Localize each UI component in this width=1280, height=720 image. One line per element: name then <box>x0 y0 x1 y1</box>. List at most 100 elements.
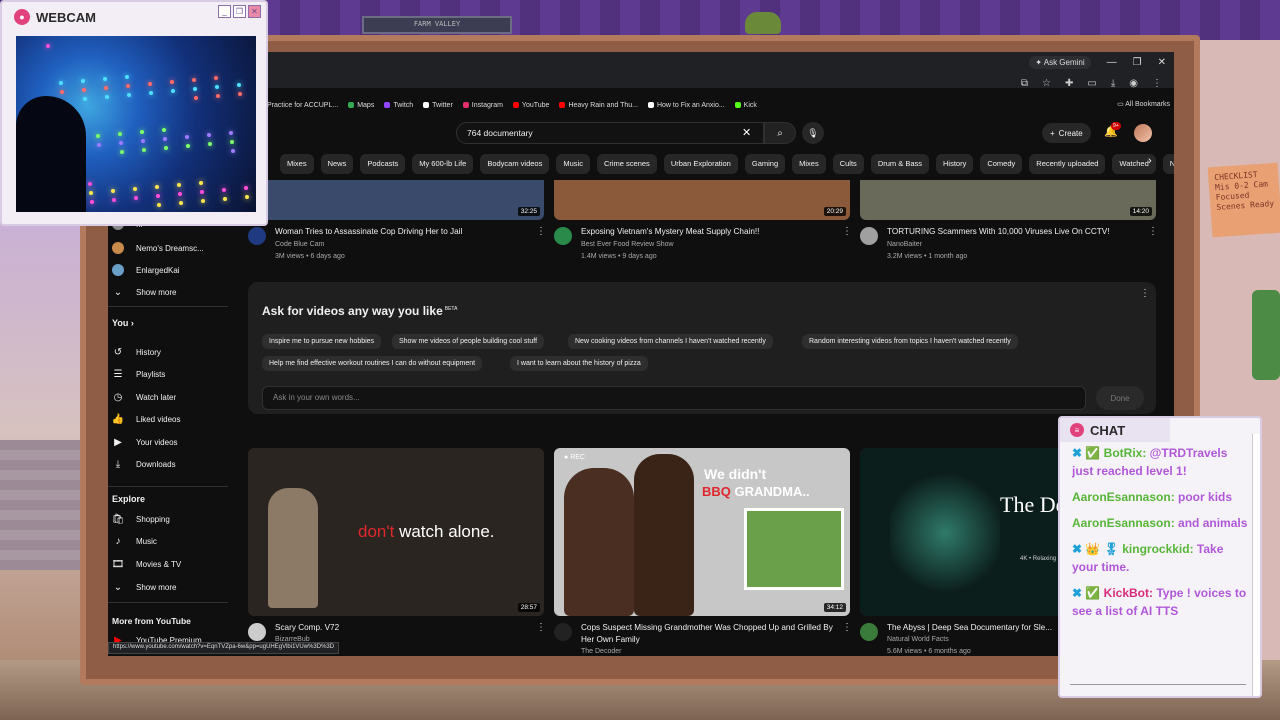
search-input[interactable]: 764 documentary <box>456 122 764 144</box>
filter-chip[interactable]: Mixes <box>792 154 826 174</box>
sidebar-divider <box>108 602 228 603</box>
search-button[interactable]: ⌕ <box>764 122 796 144</box>
filter-chip[interactable]: Crime scenes <box>596 154 657 174</box>
download-icon[interactable]: ⤓ <box>1111 78 1115 89</box>
filter-chip[interactable]: Recently uploaded <box>1029 154 1106 174</box>
channel-avatar[interactable] <box>554 623 572 641</box>
filter-chip[interactable]: Drum & Bass <box>870 154 929 174</box>
bookmark-item[interactable]: Twitter <box>423 102 453 109</box>
video-card[interactable]: don't watch alone. 28:57 Scary Comp. V72 Bi… <box>248 448 548 656</box>
minimize-icon[interactable]: — <box>1107 57 1117 68</box>
channel-avatar[interactable] <box>248 623 266 641</box>
ask-suggestion-chip[interactable]: New cooking videos from channels I haven… <box>568 334 773 349</box>
bookmark-item[interactable]: Maps <box>348 102 374 109</box>
filter-chip[interactable]: Podcasts <box>360 154 406 174</box>
show-more-explore[interactable]: ⌄ Show more <box>112 581 177 593</box>
filter-chip[interactable]: Comedy <box>980 154 1023 174</box>
filter-chip[interactable]: Mixes <box>280 154 314 174</box>
sidebar-item-liked-videos[interactable]: 👍 Liked videos <box>112 414 181 426</box>
done-button[interactable]: Done <box>1096 386 1144 410</box>
ask-suggestion-chip[interactable]: I want to learn about the history of piz… <box>510 356 648 371</box>
video-thumbnail[interactable]: ● REC We didn't BBQ GRANDMA.. 34:12 <box>554 448 850 616</box>
menu-icon[interactable]: ⋮ <box>1152 78 1162 89</box>
filter-chip[interactable]: N <box>1162 154 1174 174</box>
sidebar-subscription[interactable]: EnlargedKai <box>112 264 180 276</box>
filter-chip[interactable]: News <box>320 154 354 174</box>
bookmark-item[interactable]: Heavy Rain and Thu... <box>559 102 638 109</box>
channel-name[interactable]: The Decoder <box>581 646 621 656</box>
gemini-button[interactable]: ✦ Ask Gemini <box>1029 56 1091 69</box>
close-icon[interactable]: ✕ <box>1158 57 1166 68</box>
video-title[interactable]: Cops Suspect Missing Grandmother Was Cho… <box>581 622 833 646</box>
sidebar-item-shopping[interactable]: 🛍 Shopping <box>112 513 170 525</box>
sidebar-you-heading[interactable]: You › <box>112 318 134 328</box>
chevron-right-icon[interactable]: › <box>1148 155 1152 167</box>
ask-suggestion-chip[interactable]: Inspire me to pursue new hobbies <box>262 334 382 349</box>
notifications-button[interactable]: 🔔 9+ <box>1104 122 1121 138</box>
channel-avatar[interactable] <box>248 227 266 245</box>
clear-search-icon[interactable]: ✕ <box>742 126 751 139</box>
ask-input[interactable]: Ask in your own words... <box>262 386 1086 410</box>
video-card[interactable]: 14:20 TORTURING Scammers With 10,000 Viru… <box>860 180 1158 270</box>
all-bookmarks[interactable]: ▭ All Bookmarks <box>1117 100 1170 108</box>
bookmark-item[interactable]: Twitch <box>384 102 413 109</box>
video-card[interactable]: ● REC We didn't BBQ GRANDMA.. 34:12 Cops Sus… <box>554 448 854 656</box>
filter-chip[interactable]: Urban Exploration <box>663 154 738 174</box>
voice-search-button[interactable]: 🎙 <box>802 122 824 144</box>
sidebar-item-downloads[interactable]: ⤓ Downloads <box>112 459 176 471</box>
filter-chip[interactable]: History <box>936 154 974 174</box>
filter-chip[interactable]: Cults <box>832 154 864 174</box>
bookmark-item[interactable]: Kick <box>734 102 757 109</box>
channel-name[interactable]: Natural World Facts <box>887 634 949 645</box>
video-title[interactable]: Woman Tries to Assassinate Cop Driving H… <box>275 226 525 238</box>
bookmark-item[interactable]: Practice for ACCUPL... <box>258 102 338 109</box>
channel-name[interactable]: NanoBaiter <box>887 239 922 250</box>
ask-suggestion-chip[interactable]: Help me find effective workout routines … <box>262 356 483 371</box>
install-icon[interactable]: ⧉ <box>1021 78 1028 89</box>
video-thumbnail[interactable]: 14:20 <box>860 180 1156 220</box>
channel-name[interactable]: Code Blue Cam <box>275 239 324 250</box>
ask-suggestion-chip[interactable]: Show me videos of people building cool s… <box>392 334 545 349</box>
channel-avatar[interactable] <box>860 227 878 245</box>
show-more-subs[interactable]: ⌄ Show more <box>112 286 177 298</box>
maximize-icon[interactable]: ❐ <box>1133 57 1142 68</box>
more-options-icon[interactable]: ⋮ <box>842 226 852 237</box>
bookmark-item[interactable]: YouTube <box>512 102 549 109</box>
bookmark-item[interactable]: Instagram <box>462 102 503 109</box>
more-options-icon[interactable]: ⋮ <box>842 622 852 633</box>
filter-chip[interactable]: My 600-lb Life <box>412 154 474 174</box>
extensions-icon[interactable]: ✚ <box>1065 78 1073 89</box>
filter-chip[interactable]: Gaming <box>744 154 786 174</box>
create-button[interactable]: + Create <box>1042 123 1091 143</box>
star-icon[interactable]: ☆ <box>1042 78 1051 89</box>
video-thumbnail[interactable]: 32:25 <box>248 180 544 220</box>
account-avatar[interactable] <box>1134 124 1152 142</box>
filter-chip[interactable]: Bodycam videos <box>480 154 550 174</box>
sidebar-item-watch-later[interactable]: ◷ Watch later <box>112 391 177 403</box>
sidebar-item-movies-tv[interactable]: 🎞 Movies & TV <box>112 558 182 570</box>
sidepanel-icon[interactable]: ▭ <box>1087 78 1096 89</box>
more-options-icon[interactable]: ⋮ <box>536 226 546 237</box>
sidebar-subscription[interactable]: Nemo's Dreamsc... <box>112 242 204 254</box>
sidebar-item-music[interactable]: ♪ Music <box>112 536 157 548</box>
video-card[interactable]: 20:29 Exposing Vietnam's Mystery Meat Sup… <box>554 180 852 270</box>
more-options-icon[interactable]: ⋮ <box>1140 288 1150 299</box>
bookmark-item[interactable]: How to Fix an Anxio... <box>647 102 725 109</box>
more-options-icon[interactable]: ⋮ <box>536 622 546 633</box>
filter-chip[interactable]: Music <box>556 154 590 174</box>
video-thumbnail[interactable]: 20:29 <box>554 180 850 220</box>
video-thumbnail[interactable]: don't watch alone. 28:57 <box>248 448 544 616</box>
channel-name[interactable]: Best Ever Food Review Show <box>581 239 674 250</box>
channel-avatar[interactable] <box>860 623 878 641</box>
ask-suggestion-chip[interactable]: Random interesting videos from topics I … <box>802 334 1018 349</box>
profile-icon[interactable]: ◉ <box>1129 78 1138 89</box>
video-card[interactable]: 32:25 Woman Tries to Assassinate Cop Driv… <box>248 180 546 270</box>
video-title[interactable]: Scary Comp. V72 <box>275 622 527 634</box>
sidebar-item-history[interactable]: ↺ History <box>112 346 161 358</box>
more-options-icon[interactable]: ⋮ <box>1148 226 1158 237</box>
video-title[interactable]: Exposing Vietnam's Mystery Meat Supply C… <box>581 226 831 238</box>
channel-avatar[interactable] <box>554 227 572 245</box>
sidebar-item-playlists[interactable]: ☰ Playlists <box>112 369 166 381</box>
video-title[interactable]: TORTURING Scammers With 10,000 Viruses L… <box>887 226 1137 238</box>
sidebar-item-your-videos[interactable]: ▶ Your videos <box>112 436 177 448</box>
